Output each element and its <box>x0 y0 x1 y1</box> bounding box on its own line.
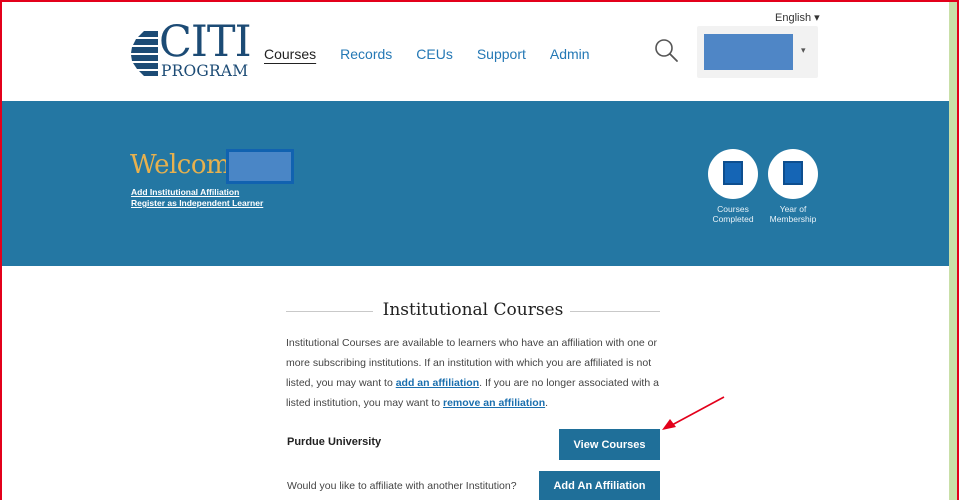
language-selector[interactable]: English ▾ <box>775 11 820 24</box>
red-arrow-annotation-icon <box>662 396 725 430</box>
institutional-courses-description: Institutional Courses are available to l… <box>286 337 659 409</box>
section-title: Institutional Courses <box>286 300 660 320</box>
user-menu[interactable]: ▾ <box>697 26 818 78</box>
page-edge <box>949 0 959 500</box>
nav-support[interactable]: Support <box>477 46 526 62</box>
nav-admin[interactable]: Admin <box>550 46 590 62</box>
stat-year-of-membership: Year of Membership <box>763 149 823 224</box>
logo-wordmark: CITI <box>159 17 252 67</box>
courses-count-redacted <box>723 161 743 185</box>
nav-courses[interactable]: Courses <box>264 46 316 62</box>
citi-logo[interactable]: CITI PROGRAM <box>130 21 252 88</box>
institution-name: Purdue University <box>287 436 382 448</box>
register-independent-learner-link[interactable]: Register as Independent Learner <box>131 198 263 208</box>
affiliate-question: Would you like to affiliate with another… <box>287 480 517 492</box>
logo-subtitle: PROGRAM <box>161 62 249 80</box>
stat-courses-completed: Courses Completed <box>703 149 763 224</box>
nav-records[interactable]: Records <box>340 46 392 62</box>
nav-ceus[interactable]: CEUs <box>416 46 453 62</box>
title-divider-left <box>286 311 376 312</box>
user-name-redacted <box>704 34 793 70</box>
view-courses-button[interactable]: View Courses <box>559 429 660 460</box>
chevron-down-icon: ▾ <box>801 46 806 56</box>
remove-affiliation-link[interactable]: remove an affiliation <box>443 397 545 409</box>
title-divider-right <box>570 311 660 312</box>
site-header: CITI PROGRAM Courses Records CEUs Suppor… <box>0 0 949 101</box>
citi-logo-mark-icon <box>131 31 158 76</box>
main-nav: Courses Records CEUs Support Admin <box>264 46 614 62</box>
stat-circle <box>708 149 758 199</box>
membership-year-redacted <box>783 161 803 185</box>
learner-name-redacted <box>226 149 294 184</box>
add-affiliation-link[interactable]: add an affiliation <box>396 377 479 389</box>
add-institutional-affiliation-link[interactable]: Add Institutional Affiliation <box>131 187 239 197</box>
search-icon[interactable] <box>653 37 679 63</box>
stat-label: Courses Completed <box>712 204 754 224</box>
stat-label: Year of Membership <box>769 204 817 224</box>
add-an-affiliation-button[interactable]: Add An Affiliation <box>539 471 660 500</box>
stat-circle <box>768 149 818 199</box>
institutional-courses-heading: Institutional Courses <box>372 300 574 320</box>
